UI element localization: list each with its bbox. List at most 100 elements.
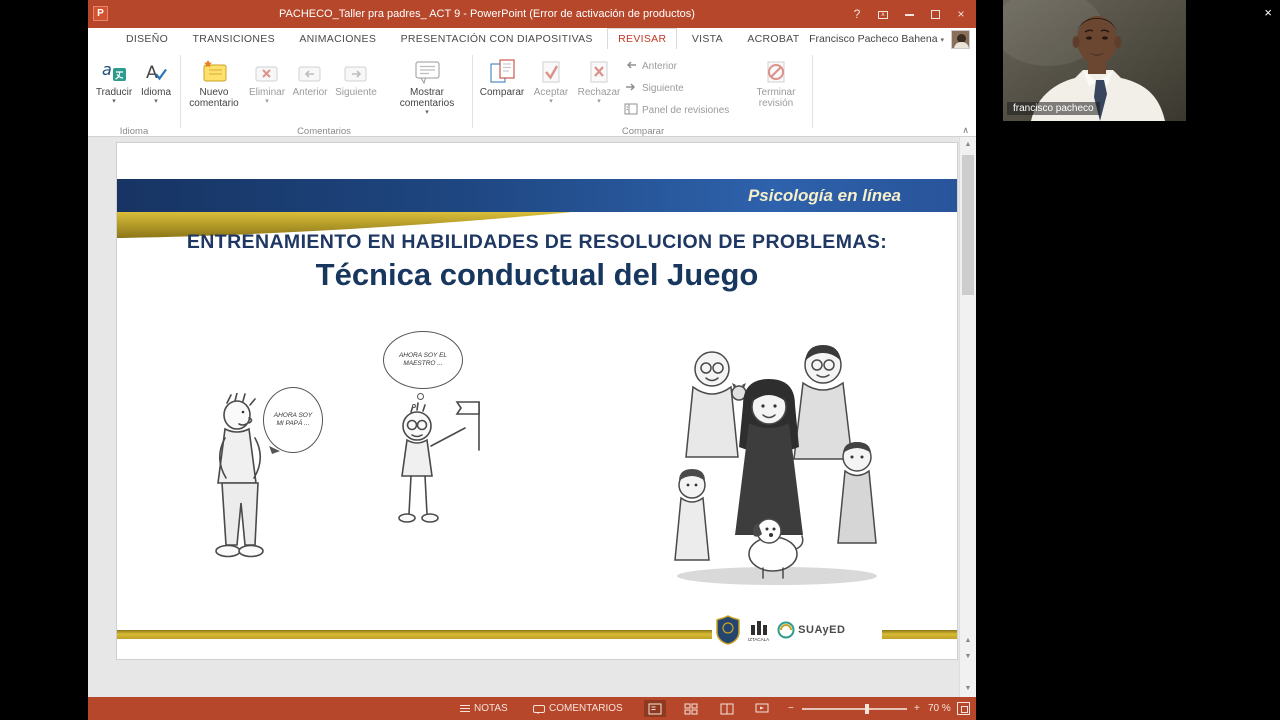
chevron-down-icon: ▾ — [940, 37, 944, 44]
editing-area: Psicología en línea ENTRENAMIENTO EN HAB… — [88, 137, 976, 697]
suayed-logo: SUAyED — [777, 621, 845, 639]
overlay-close-icon[interactable]: × — [1264, 5, 1272, 20]
panel-revisiones-button[interactable]: Panel de revisiones — [624, 102, 744, 119]
slide-canvas[interactable]: Psicología en línea ENTRENAMIENTO EN HAB… — [117, 143, 957, 659]
powerpoint-app-icon[interactable]: P — [93, 6, 108, 21]
siguiente-comentario-button[interactable]: Siguiente — [333, 53, 379, 129]
slide-header-band: Psicología en línea — [117, 179, 957, 212]
slideshow-icon — [755, 703, 769, 712]
account-name: Francisco Pacheco Bahena — [809, 33, 938, 45]
normal-view-button[interactable] — [644, 700, 666, 717]
zoom-level[interactable]: 70 % — [928, 697, 951, 720]
previous-comment-icon — [298, 53, 322, 85]
mostrar-comentarios-button[interactable]: Mostrar comentarios ▾ — [391, 53, 463, 129]
comparar-button[interactable]: Comparar — [478, 53, 526, 129]
compare-icon — [489, 53, 516, 85]
new-comment-icon — [201, 53, 228, 85]
titlebar: P PACHECO_Taller pra padres_ ACT 9 - Pow… — [88, 0, 976, 28]
aceptar-button[interactable]: Aceptar ▾ — [530, 53, 572, 129]
zoom-out-button[interactable]: − — [788, 697, 794, 720]
speech-bubble-middle: AHORA SOY EL MAESTRO ... — [383, 331, 463, 389]
tab-vista[interactable]: VISTA — [682, 28, 733, 50]
eliminar-comentario-button[interactable]: Eliminar ▾ — [246, 53, 288, 129]
tab-revisar[interactable]: REVISAR — [607, 28, 678, 49]
scroll-down-button[interactable]: ▼ — [960, 681, 976, 697]
slideshow-view-button[interactable] — [751, 700, 773, 717]
fit-to-window-button[interactable] — [957, 702, 970, 715]
traducir-button[interactable]: a Traducir ▾ — [92, 53, 136, 129]
help-button[interactable]: ? — [844, 3, 870, 25]
next-comment-icon — [344, 53, 368, 85]
zoom-slider-handle[interactable] — [865, 704, 869, 714]
fes-iztacala-logo: IZTACALA — [748, 619, 769, 642]
notes-toggle[interactable]: NOTAS — [460, 697, 508, 720]
translate-icon: a — [101, 53, 127, 85]
anterior-revision-button[interactable]: Anterior — [624, 58, 744, 75]
account-avatar[interactable] — [951, 30, 970, 49]
terminar-revision-button[interactable]: Terminar revisión — [748, 53, 804, 129]
bubble-tail-dot — [417, 393, 424, 400]
status-bar: NOTAS COMENTARIOS − + 70 % — [88, 697, 976, 720]
nuevo-comentario-button[interactable]: Nuevo comentario — [185, 53, 243, 129]
idioma-button[interactable]: A Idioma ▾ — [136, 53, 176, 129]
zoom-slider[interactable] — [802, 704, 907, 714]
chevron-down-icon: ▾ — [265, 98, 269, 105]
anterior-comentario-button[interactable]: Anterior — [289, 53, 331, 129]
notes-icon — [460, 704, 470, 713]
previous-slide-button[interactable]: ▲ — [960, 633, 976, 649]
siguiente-revision-button[interactable]: Siguiente — [624, 80, 744, 97]
reading-view-icon — [720, 703, 734, 714]
vertical-scrollbar[interactable]: ▲ ▲ ▼ ▼ — [959, 137, 976, 697]
reading-view-button[interactable] — [716, 700, 738, 717]
slide-sorter-view-button[interactable] — [680, 700, 702, 717]
language-icon: A — [144, 53, 168, 85]
chevron-down-icon: ▾ — [154, 98, 158, 105]
reject-icon — [587, 53, 611, 85]
ribbon-display-options-button[interactable]: ∧ — [870, 3, 896, 25]
group-divider — [472, 55, 473, 128]
chevron-down-icon: ▾ — [112, 98, 116, 105]
tab-animaciones[interactable]: ANIMACIONES — [289, 28, 386, 50]
delete-comment-icon — [255, 53, 279, 85]
chevron-down-icon: ▾ — [549, 98, 553, 105]
webcam-overlay: francisco pacheco — [1003, 0, 1186, 121]
window-title: PACHECO_Taller pra padres_ ACT 9 - Power… — [279, 8, 695, 20]
rechazar-button[interactable]: Rechazar ▾ — [576, 53, 622, 129]
speech-bubble-left: AHORA SOY MI PAPÁ ... — [263, 387, 323, 453]
tab-diseno[interactable]: DISEÑO — [116, 28, 178, 50]
group-divider — [180, 55, 181, 128]
close-button[interactable]: × — [948, 3, 974, 25]
chevron-down-icon: ▾ — [425, 109, 429, 116]
tab-presentacion[interactable]: PRESENTACIÓN CON DIAPOSITIVAS — [391, 28, 603, 50]
bubble-tail-dot — [412, 404, 416, 408]
account-menu[interactable]: Francisco Pacheco Bahena ▾ — [809, 28, 944, 50]
normal-view-icon — [648, 703, 662, 714]
svg-text:A: A — [146, 63, 158, 83]
end-review-icon — [764, 53, 788, 85]
ribbon: a Traducir ▾ A Idioma ▾ Idioma Nuevo com… — [88, 50, 976, 137]
scrollbar-thumb[interactable] — [962, 155, 974, 295]
svg-text:a: a — [102, 60, 112, 79]
group-label-comparar: Comparar — [621, 126, 665, 137]
tab-acrobat[interactable]: ACROBAT — [737, 28, 809, 50]
scroll-up-button[interactable]: ▲ — [960, 137, 976, 153]
chevron-down-icon: ▾ — [597, 98, 601, 105]
slide-title-line1: ENTRENAMIENTO EN HABILIDADES DE RESOLUCI… — [186, 231, 888, 253]
webcam-participant-name: francisco pacheco — [1007, 102, 1100, 115]
next-slide-button[interactable]: ▼ — [960, 649, 976, 665]
restore-icon — [930, 10, 940, 20]
comments-icon — [533, 704, 545, 714]
minimize-button[interactable] — [896, 3, 922, 25]
collapse-ribbon-button[interactable]: ∧ — [962, 125, 969, 136]
slide-title-line2: Técnica conductual del Juego — [315, 257, 759, 292]
restore-button[interactable] — [922, 3, 948, 25]
accept-icon — [539, 53, 563, 85]
slide-logos: IZTACALA SUAyED — [712, 611, 882, 649]
ribbon-tab-row: DISEÑO TRANSICIONES ANIMACIONES PRESENTA… — [88, 28, 976, 50]
show-comments-icon — [414, 53, 441, 85]
slide-brand-text: Psicología en línea — [747, 186, 901, 205]
zoom-in-button[interactable]: + — [914, 697, 920, 720]
tab-transiciones[interactable]: TRANSICIONES — [183, 28, 285, 50]
comments-toggle[interactable]: COMENTARIOS — [533, 697, 623, 720]
screen: P PACHECO_Taller pra padres_ ACT 9 - Pow… — [0, 0, 1280, 720]
